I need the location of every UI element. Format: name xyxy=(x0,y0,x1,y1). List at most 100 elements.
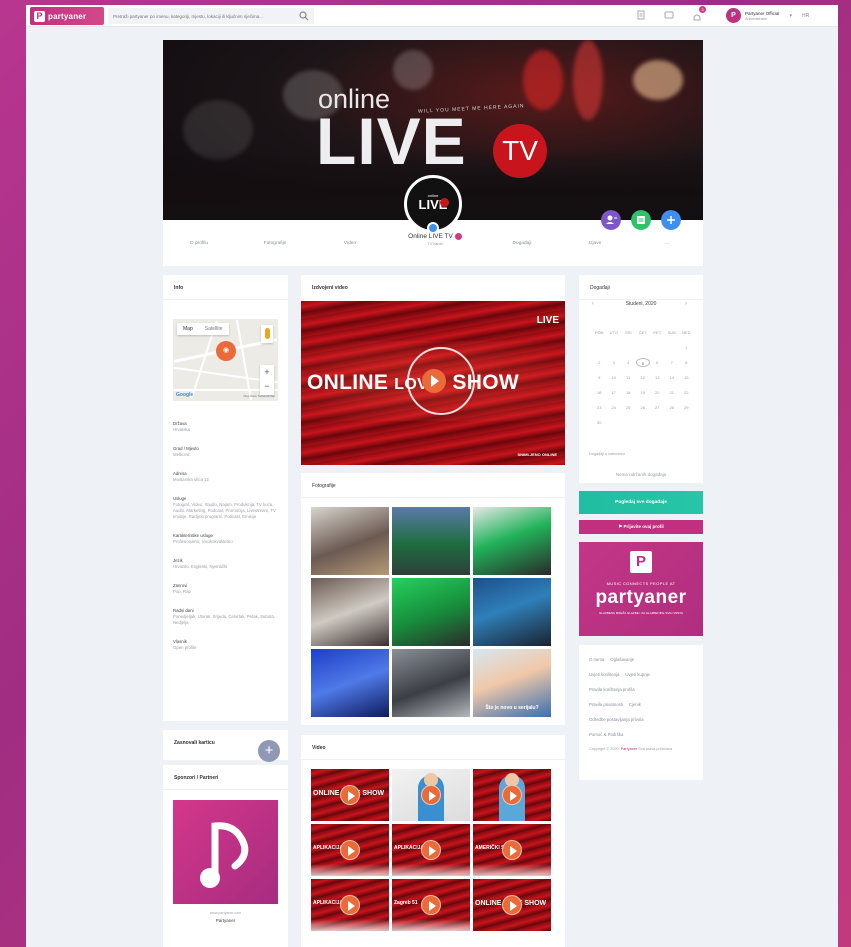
calendar-day[interactable]: 16 xyxy=(592,388,607,397)
footer-link[interactable]: Uvjeti korištenja xyxy=(589,672,619,677)
sponsor-logo[interactable] xyxy=(173,800,278,904)
play-icon[interactable] xyxy=(502,895,522,915)
play-icon[interactable] xyxy=(421,840,441,860)
map-tab-map[interactable]: Map xyxy=(177,323,199,335)
calendar-day[interactable]: 9 xyxy=(592,373,607,382)
tab-more[interactable]: ... xyxy=(631,241,703,246)
user-dropdown-icon[interactable]: ▾ xyxy=(789,13,792,19)
play-icon[interactable] xyxy=(421,895,441,915)
footer-link[interactable]: Oglašavanje xyxy=(610,657,634,662)
calendar-day[interactable]: 13 xyxy=(650,373,665,382)
footer-link[interactable]: Pravila privatnosti xyxy=(589,702,623,707)
footer-link[interactable]: Odredbe postavljanja privola xyxy=(589,717,643,722)
map-tab-satellite[interactable]: Satellite xyxy=(199,323,229,335)
calendar-day[interactable]: 22 xyxy=(679,388,694,397)
tab-about[interactable]: O profilu xyxy=(163,241,235,246)
zoom-out-button[interactable]: − xyxy=(260,379,274,393)
calendar-link[interactable]: Događaji u kalendaru xyxy=(589,452,625,456)
photo-thumb[interactable]: Što je novo u serijalu? xyxy=(473,649,551,717)
map-footer[interactable]: Map Data Terms of Use xyxy=(244,394,275,398)
message-icon[interactable] xyxy=(631,210,651,230)
footer-link[interactable]: Cjenik xyxy=(629,702,641,707)
photo-thumb[interactable] xyxy=(473,578,551,646)
video-thumb[interactable]: APLIKACIJA LAZIĆ xyxy=(311,824,389,876)
calendar-day[interactable]: 26 xyxy=(636,403,651,412)
add-recommend-button[interactable]: + xyxy=(258,740,280,762)
footer-link[interactable]: Pravila korištenja profila xyxy=(589,687,635,692)
calendar-day[interactable]: 10 xyxy=(607,373,622,382)
calendar-day[interactable]: 15 xyxy=(679,373,694,382)
tab-photos[interactable]: Fotografije xyxy=(235,241,315,246)
report-profile-button[interactable]: ⚑ Prijavite ovaj profil xyxy=(579,520,703,534)
calendar-day[interactable]: 28 xyxy=(665,403,680,412)
tab-video[interactable]: Video xyxy=(315,241,385,246)
featured-video[interactable]: LIVE ONLINE LOVE SHOW SNIMLJENO ONLINE xyxy=(301,301,565,465)
play-icon[interactable] xyxy=(421,785,441,805)
photo-thumb[interactable] xyxy=(311,578,389,646)
document-icon[interactable] xyxy=(636,10,646,20)
calendar-day[interactable]: 3 xyxy=(607,358,622,367)
photo-thumb[interactable] xyxy=(392,649,470,717)
brand-logo[interactable]: P partyaner xyxy=(30,7,104,25)
location-map[interactable]: Map Satellite ◉ + − Google Map Data Term… xyxy=(173,319,278,401)
promo-banner[interactable]: P MUSIC CONNECTS PEOPLE AT partyaner GLA… xyxy=(579,542,703,636)
video-thumb[interactable]: APLIKACIJA LAZIĆ xyxy=(392,824,470,876)
calendar-day[interactable]: 5 xyxy=(635,358,650,367)
footer-link[interactable]: Pomoć & Podrška xyxy=(589,732,623,737)
play-icon[interactable] xyxy=(340,785,360,805)
tab-statements[interactable]: Izjave xyxy=(559,241,631,246)
footer-link[interactable]: O nama xyxy=(589,657,604,662)
video-thumb[interactable]: Zagreb 51 xyxy=(392,879,470,931)
next-month-icon[interactable]: › xyxy=(685,301,687,307)
calendar-day[interactable]: 21 xyxy=(665,388,680,397)
user-menu[interactable]: P Partyaner Official Administrator ▾ HR xyxy=(726,8,809,23)
calendar-day[interactable]: 14 xyxy=(665,373,680,382)
calendar-day[interactable]: 1 xyxy=(679,343,694,352)
photo-thumb[interactable] xyxy=(473,507,551,575)
calendar-day[interactable]: 25 xyxy=(621,403,636,412)
language-selector[interactable]: HR xyxy=(802,13,809,19)
add-friend-icon[interactable] xyxy=(601,210,621,230)
notifications[interactable]: 3 xyxy=(692,6,706,21)
calendar-day[interactable]: 27 xyxy=(650,403,665,412)
video-thumb[interactable]: APLIKACIJA LAZIĆ xyxy=(311,879,389,931)
calendar-day[interactable]: 8 xyxy=(679,358,694,367)
video-thumb[interactable]: ONLINE LOVE SHOW xyxy=(311,769,389,821)
street-view-icon[interactable] xyxy=(261,325,273,343)
footer-link[interactable]: Uvjeti kupnje xyxy=(625,672,650,677)
messages-icon[interactable] xyxy=(664,10,674,20)
video-thumb[interactable]: AMERIČKI STIL xyxy=(473,824,551,876)
follow-icon[interactable] xyxy=(661,210,681,230)
photo-thumb[interactable] xyxy=(392,578,470,646)
calendar-day[interactable]: 23 xyxy=(592,403,607,412)
calendar-day[interactable]: 17 xyxy=(607,388,622,397)
sponsor-url[interactable]: www.partyaner.com xyxy=(163,911,288,915)
search-input[interactable] xyxy=(113,13,299,19)
calendar-day[interactable]: 30 xyxy=(592,418,607,427)
play-icon[interactable] xyxy=(502,785,522,805)
photo-thumb[interactable] xyxy=(311,507,389,575)
copyright-brand[interactable]: Partyaner xyxy=(621,747,637,751)
calendar-day[interactable]: 4 xyxy=(621,358,636,367)
sponsor-name[interactable]: Partyaner xyxy=(163,918,288,923)
calendar-day[interactable]: 19 xyxy=(636,388,651,397)
map-pin-icon[interactable]: ◉ xyxy=(216,341,236,361)
calendar-day[interactable]: 11 xyxy=(621,373,636,382)
play-icon[interactable] xyxy=(340,840,360,860)
search-icon[interactable] xyxy=(299,11,309,21)
tab-events[interactable]: Događaji xyxy=(485,241,559,246)
calendar-day[interactable]: 20 xyxy=(650,388,665,397)
calendar-day[interactable]: 6 xyxy=(650,358,665,367)
view-events-button[interactable]: Pogledaj sve događaje xyxy=(579,491,703,514)
play-icon[interactable] xyxy=(422,369,446,393)
calendar-day[interactable]: 12 xyxy=(636,373,651,382)
calendar-day[interactable]: 2 xyxy=(592,358,607,367)
calendar-day[interactable]: 24 xyxy=(607,403,622,412)
video-thumb[interactable] xyxy=(392,769,470,821)
video-thumb[interactable]: ONLINE LOVE SHOW xyxy=(473,879,551,931)
photo-thumb[interactable] xyxy=(311,649,389,717)
calendar-day[interactable]: 7 xyxy=(665,358,680,367)
calendar-day[interactable]: 18 xyxy=(621,388,636,397)
video-thumb[interactable] xyxy=(473,769,551,821)
zoom-in-button[interactable]: + xyxy=(260,365,274,379)
